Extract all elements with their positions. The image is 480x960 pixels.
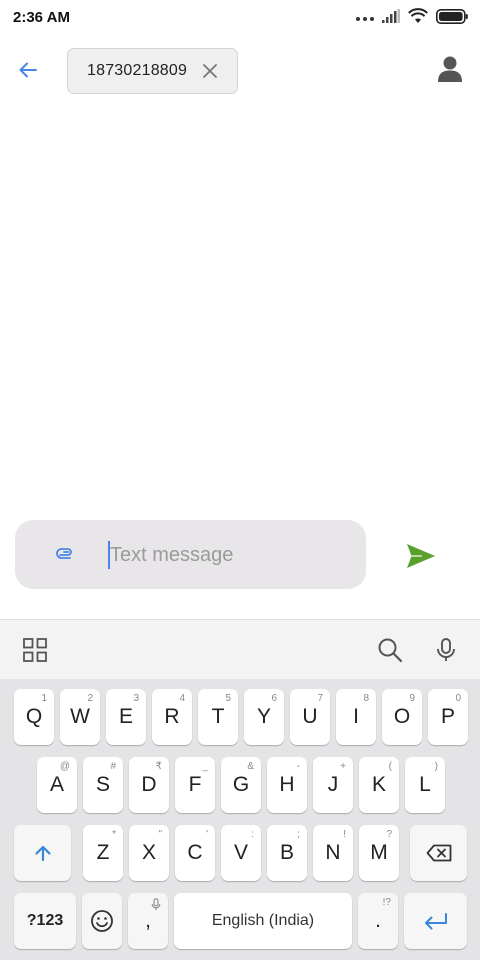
compose-box: [15, 520, 366, 589]
key-k[interactable]: (K: [359, 757, 399, 813]
key-l[interactable]: ) L: [405, 757, 445, 813]
enter-key[interactable]: [404, 893, 467, 949]
shift-arrow-icon: [34, 845, 51, 862]
key-i[interactable]: 8I: [336, 689, 376, 745]
key-a[interactable]: @ A: [37, 757, 77, 813]
back-button[interactable]: [14, 56, 42, 84]
key-p[interactable]: 0P: [428, 689, 468, 745]
key-q[interactable]: 1Q: [14, 689, 54, 745]
recipient-number: 18730218809: [87, 62, 188, 79]
key-e[interactable]: 3E: [106, 689, 146, 745]
key-w[interactable]: 2W: [60, 689, 100, 745]
signal-icon: [382, 9, 400, 23]
wifi-icon: [408, 8, 428, 23]
key-z[interactable]: * Z: [83, 825, 123, 881]
status-bar: 2:36 AM: [0, 0, 480, 34]
enter-arrow-icon: [424, 913, 447, 930]
key-r[interactable]: 4R: [152, 689, 192, 745]
comma-key[interactable]: ,: [128, 893, 168, 949]
period-key[interactable]: !? .: [358, 893, 398, 949]
space-key[interactable]: English (India): [174, 893, 352, 949]
keyboard-toolbar: [0, 619, 480, 679]
key-d[interactable]: ₹ D: [129, 757, 169, 813]
send-icon[interactable]: [404, 541, 438, 571]
more-dots-icon: [356, 17, 374, 21]
status-time: 2:36 AM: [13, 9, 70, 26]
shift-key[interactable]: [14, 825, 71, 881]
search-icon[interactable]: [376, 636, 404, 664]
key-x[interactable]: " X: [129, 825, 169, 881]
battery-icon: [436, 8, 468, 24]
mic-hint-icon: [151, 898, 161, 910]
arrow-left-icon: [19, 62, 37, 78]
text-cursor: [108, 541, 110, 569]
recipient-chip[interactable]: 18730218809: [67, 48, 238, 94]
symbols-key[interactable]: ?123: [14, 893, 76, 949]
microphone-icon[interactable]: [432, 636, 460, 664]
key-h[interactable]: -H: [267, 757, 307, 813]
apps-grid-icon[interactable]: [21, 636, 49, 664]
backspace-key[interactable]: [410, 825, 467, 881]
key-b[interactable]: ; B: [267, 825, 307, 881]
smiley-icon: [91, 910, 113, 932]
key-j[interactable]: + J: [313, 757, 353, 813]
key-u[interactable]: 7U: [290, 689, 330, 745]
key-n[interactable]: ! N: [313, 825, 353, 881]
key-t[interactable]: 5T: [198, 689, 238, 745]
paperclip-icon[interactable]: [55, 542, 79, 566]
text-message-input[interactable]: [110, 537, 350, 573]
backspace-icon: [426, 844, 451, 862]
key-o[interactable]: 9O: [382, 689, 422, 745]
close-icon[interactable]: [201, 62, 219, 80]
emoji-key[interactable]: [82, 893, 122, 949]
key-f[interactable]: _ F: [175, 757, 215, 813]
contact-icon[interactable]: [436, 54, 464, 84]
key-y[interactable]: 6Y: [244, 689, 284, 745]
key-g[interactable]: & G: [221, 757, 261, 813]
key-m[interactable]: ? M: [359, 825, 399, 881]
conversation-header: 18730218809: [0, 34, 480, 108]
keyboard: 1Q 2W 3E 4R 5T 6Y 7U 8I 9O 0P @ A # S ₹ D _…: [0, 679, 480, 960]
key-s[interactable]: # S: [83, 757, 123, 813]
status-icons: [356, 8, 468, 24]
key-v[interactable]: :V: [221, 825, 261, 881]
key-c[interactable]: ' C: [175, 825, 215, 881]
